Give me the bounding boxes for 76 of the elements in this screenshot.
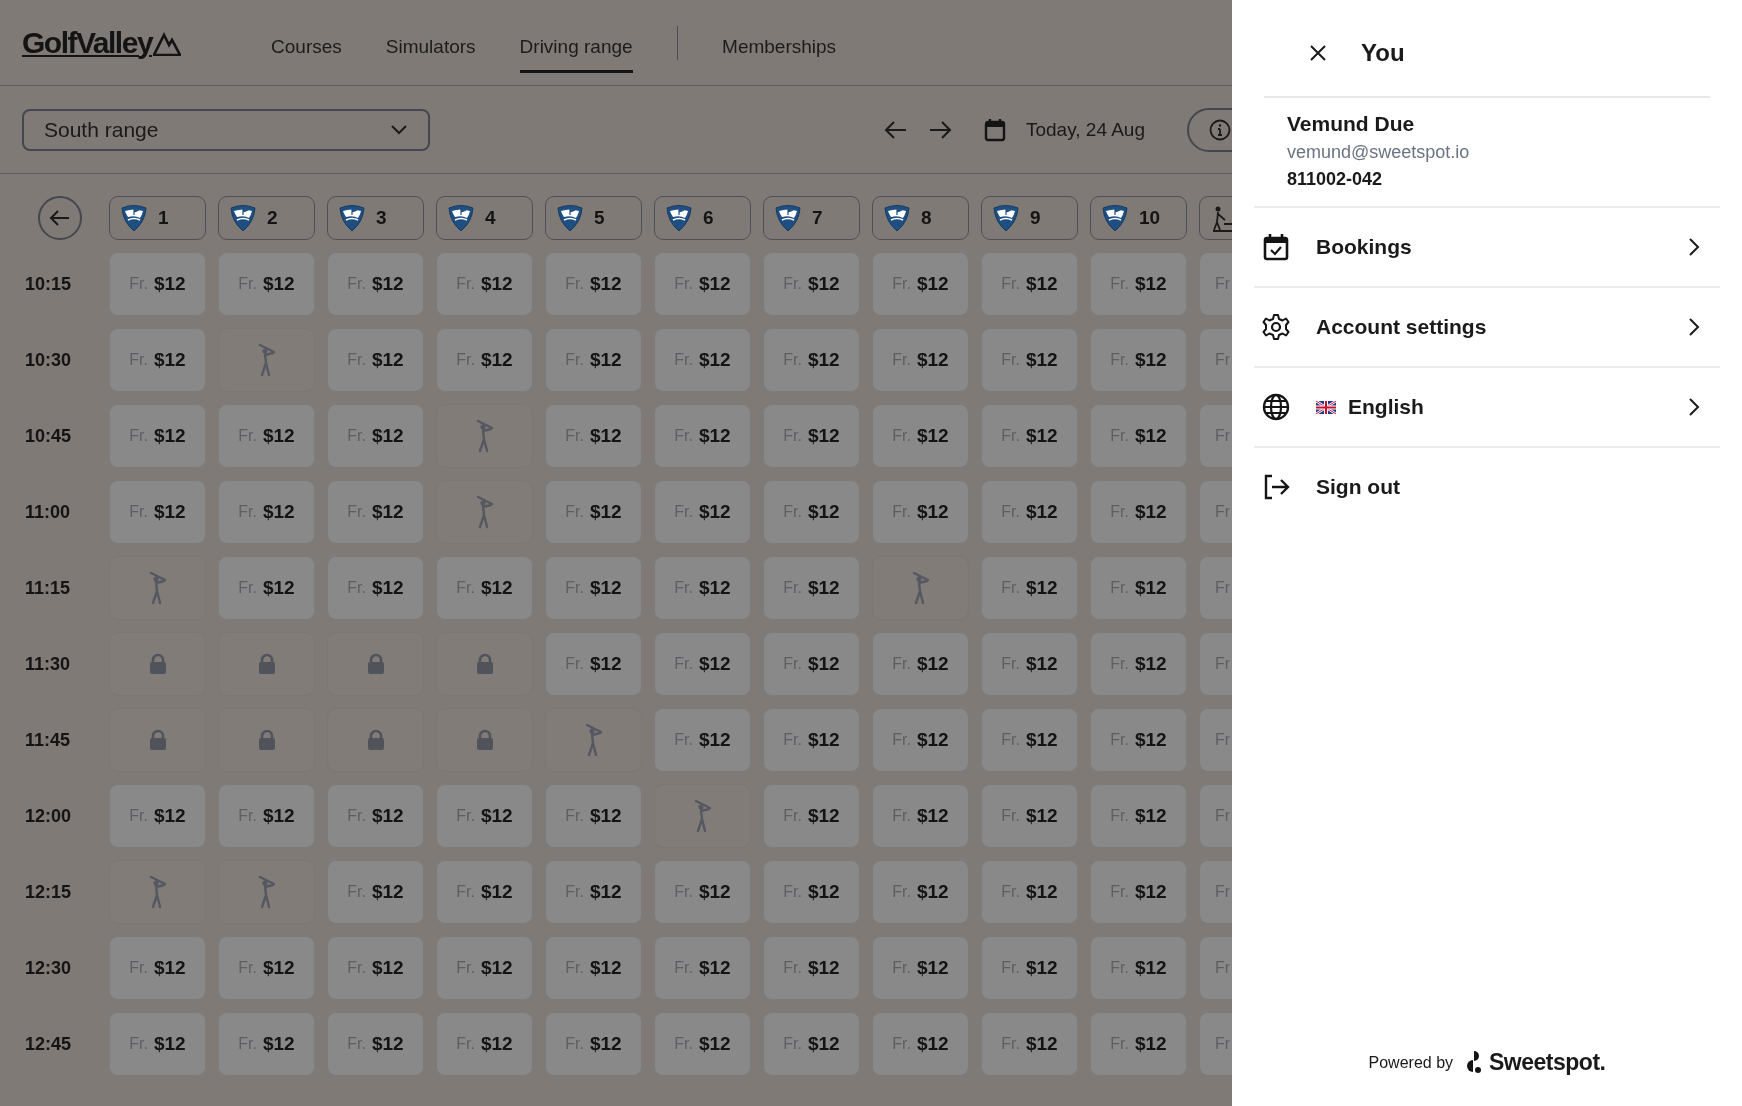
- chevron-down-icon: [390, 123, 408, 136]
- time-label: 12:15: [24, 880, 73, 904]
- shield-icon: [665, 204, 693, 232]
- bay-button[interactable]: 1: [109, 196, 206, 240]
- shield-icon: [120, 204, 148, 232]
- shield-icon: [338, 204, 366, 232]
- time-label: 12:30: [24, 956, 73, 980]
- time-label: 11:30: [24, 652, 72, 676]
- powered-by-label: Powered by: [1368, 1053, 1454, 1072]
- nav-link[interactable]: Driving range: [519, 20, 633, 73]
- bay-button[interactable]: 9: [981, 196, 1078, 240]
- time-label: 11:00: [24, 500, 72, 524]
- menu-item[interactable]: Account settings: [1254, 288, 1720, 368]
- brand-icon: [1465, 1050, 1484, 1075]
- menu-label: Sign out: [1316, 475, 1400, 499]
- bay-button[interactable]: 7: [763, 196, 860, 240]
- shield-icon: [229, 204, 257, 232]
- lock-icon: [365, 653, 386, 675]
- lock-icon: [256, 653, 277, 675]
- menu-item[interactable]: English: [1254, 368, 1720, 448]
- time-label: 10:30: [24, 348, 73, 372]
- calendar-icon[interactable]: [983, 117, 1006, 142]
- date-label[interactable]: Today, 24 Aug: [1025, 118, 1145, 141]
- shield-icon: [447, 204, 475, 232]
- arrow-right-icon[interactable]: [927, 119, 952, 140]
- lock-icon: [474, 653, 495, 675]
- lock-icon: [256, 729, 277, 751]
- nav-link[interactable]: Courses: [271, 20, 342, 73]
- time-label: 12:45: [24, 1032, 73, 1056]
- range-select[interactable]: South range: [22, 108, 430, 151]
- time-label: 10:15: [24, 272, 73, 296]
- shield-icon: [1101, 204, 1129, 232]
- lock-icon: [474, 729, 495, 751]
- info-icon: [1209, 118, 1231, 141]
- walker-icon: [1210, 204, 1232, 232]
- bay-button[interactable]: 3: [327, 196, 424, 240]
- time-label: 11:45: [24, 728, 72, 752]
- lock-icon: [365, 729, 386, 751]
- lock-icon: [147, 653, 168, 675]
- menu-item[interactable]: Bookings: [1254, 208, 1720, 288]
- menu-item[interactable]: Sign out: [1254, 448, 1720, 526]
- lock-icon: [147, 729, 168, 751]
- time-label: 10:45: [24, 424, 73, 448]
- sign-out-icon: [1262, 473, 1290, 501]
- bay-button[interactable]: 2: [218, 196, 315, 240]
- user-name: Vemund Due: [1287, 112, 1416, 136]
- mountain-icon: [153, 31, 182, 56]
- user-email: vemund@sweetspot.io: [1287, 142, 1471, 163]
- close-icon[interactable]: [1309, 44, 1327, 62]
- shield-icon: [556, 204, 584, 232]
- calendar-check-icon: [1262, 233, 1290, 261]
- nav-link[interactable]: Memberships: [722, 20, 837, 73]
- brand-logo[interactable]: Sweetspot.: [1465, 1049, 1606, 1076]
- logo-wordmark[interactable]: GolfValley: [22, 25, 153, 60]
- panel-title: You: [1361, 39, 1405, 67]
- globe-icon: [1262, 393, 1290, 421]
- menu-label: Bookings: [1316, 235, 1412, 259]
- bay-button[interactable]: 10: [1090, 196, 1187, 240]
- shield-icon: [883, 204, 911, 232]
- member-number: 811002-042: [1287, 169, 1384, 190]
- nav-link[interactable]: Simulators: [385, 20, 476, 73]
- arrow-left-icon: [48, 209, 71, 227]
- bay-button[interactable]: 4: [436, 196, 533, 240]
- bay-button[interactable]: 5: [545, 196, 642, 240]
- back-button[interactable]: [37, 196, 82, 240]
- time-label: 12:00: [24, 804, 73, 828]
- bay-button[interactable]: 6: [654, 196, 751, 240]
- time-label: 11:15: [24, 576, 72, 600]
- shield-icon: [992, 204, 1020, 232]
- flag-icon: [1316, 400, 1336, 414]
- bay-button[interactable]: 8: [872, 196, 969, 240]
- menu-label: Account settings: [1316, 315, 1487, 339]
- arrow-left-icon[interactable]: [883, 119, 908, 140]
- menu-label: English: [1348, 395, 1424, 419]
- shield-icon: [774, 204, 802, 232]
- settings-icon: [1262, 313, 1290, 341]
